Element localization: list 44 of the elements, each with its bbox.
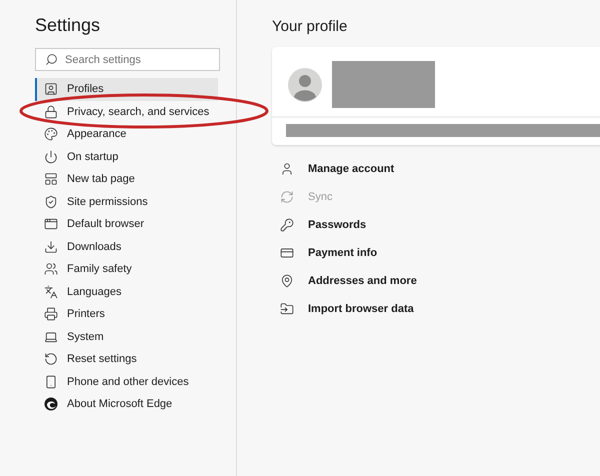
profile-menu-item[interactable]: Addresses and more [272,267,600,295]
profile-icon [44,82,58,96]
search-icon [45,53,58,66]
sidebar-item[interactable]: Languages [35,280,218,303]
download-icon [44,240,58,254]
sync-icon [280,190,294,204]
sidebar-item[interactable]: Default browser [35,213,218,236]
languages-icon [44,284,58,299]
section-title: Your profile [272,18,348,35]
sidebar-item[interactable]: Family safety [35,258,218,280]
sidebar-item[interactable]: Appearance [35,123,218,146]
profile-menu-item[interactable]: Passwords [272,211,600,239]
sidebar-item[interactable]: Phone and other devices [35,370,218,393]
sidebar-item[interactable]: On startup [35,146,218,168]
shield-icon [44,194,58,209]
laptop-icon [44,330,58,344]
sidebar-item[interactable]: About Microsoft Edge [35,393,218,416]
profile-menu-item[interactable]: Manage account [272,155,600,183]
card-icon [280,246,294,260]
lock-icon [44,104,58,119]
profile-menu-item[interactable]: Import browser data [272,295,600,323]
printer-icon [44,307,58,322]
key-icon [280,218,294,232]
phone-icon [44,374,58,389]
sidebar-item[interactable]: New tab page [35,168,218,190]
palette-icon [44,127,58,142]
sidebar-item[interactable]: System [35,326,218,348]
sidebar-item[interactable]: Site permissions [35,190,218,213]
person-icon [280,162,294,176]
sidebar-item[interactable]: Reset settings [35,348,218,370]
search-field[interactable]: Search settings [35,48,220,71]
avatar-icon [288,68,322,102]
folder-icon [280,302,294,316]
profile-menu-item[interactable]: Payment info [272,239,600,267]
settings-title: Settings [35,15,102,36]
layout-icon [44,172,58,186]
reset-icon [44,352,58,366]
pin-icon [280,274,294,288]
sidebar-item[interactable]: Printers [35,303,218,326]
power-icon [44,150,58,164]
edge-logo-icon [44,397,58,412]
window-icon [44,217,58,232]
people-icon [44,262,58,276]
sidebar-item[interactable]: Downloads [35,236,218,258]
